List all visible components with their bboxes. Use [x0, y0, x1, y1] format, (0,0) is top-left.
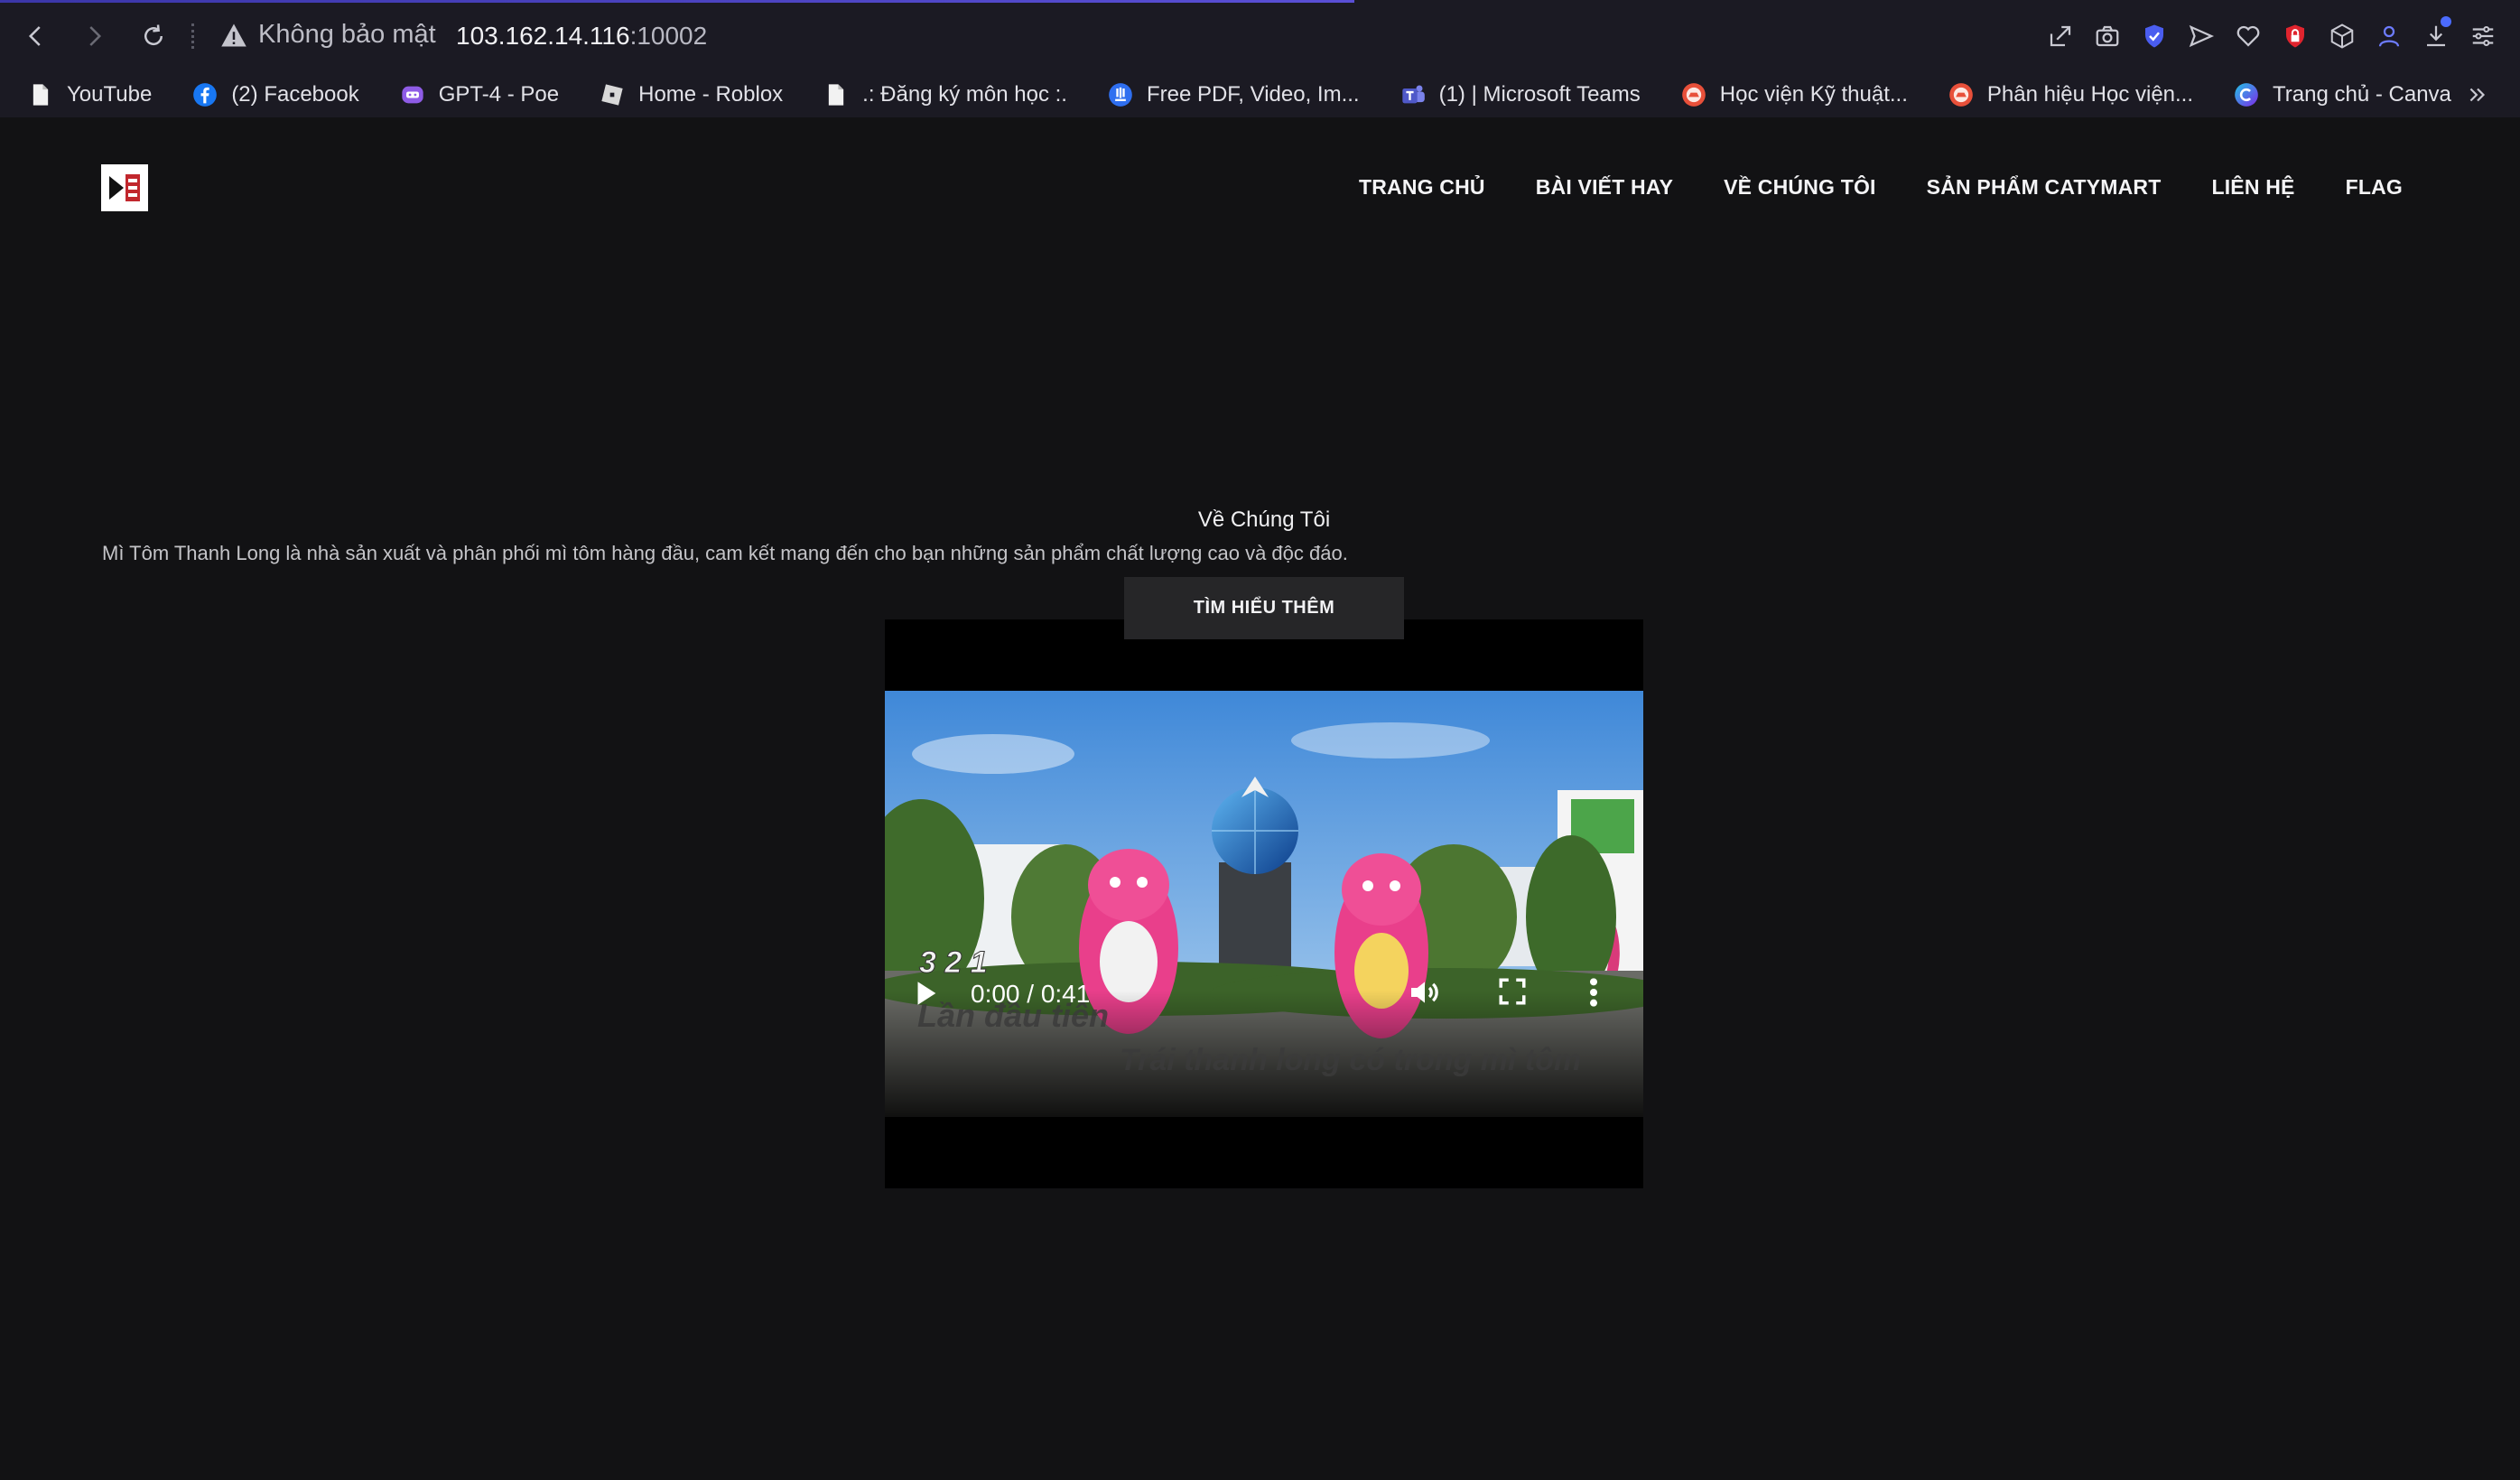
caption-count: 3 2 1	[919, 945, 988, 980]
bookmark-phan-hieu-hoc-vien[interactable]: Phân hiệu Học viện...	[1920, 81, 2206, 108]
logo-mark-icon	[109, 174, 140, 201]
about-description: Mì Tôm Thanh Long là nhà sản xuất và phâ…	[102, 542, 1348, 564]
video-frame: 3 2 1 Lần đầu tiên Trái thanh long có tr…	[885, 691, 1643, 1117]
bookmark-microsoft-teams[interactable]: (1) | Microsoft Teams	[1372, 81, 1653, 108]
nav-bai-viet-hay[interactable]: BÀI VIẾT HAY	[1536, 175, 1673, 200]
bookmark-label: .: Đăng ký môn học :.	[862, 82, 1067, 107]
bookmark-hoc-vien-ky-thuat[interactable]: Học viện Kỹ thuật...	[1653, 81, 1920, 108]
back-arrow-icon	[28, 26, 41, 46]
video-thumbnail: 3 2 1 Lần đầu tiên Trái thanh long có tr…	[885, 691, 1643, 1117]
sliders-icon	[2472, 26, 2494, 46]
url-host: 103.162.14.116	[456, 22, 630, 50]
browser-toolbar: Không bảo mật 103.162.14.116:10002	[0, 0, 2520, 72]
nav-ve-chung-toi[interactable]: VỀ CHÚNG TÔI	[1724, 175, 1876, 200]
bookmark-label: Học viện Kỹ thuật...	[1719, 82, 1908, 107]
bookmark-label: YouTube	[67, 82, 153, 107]
camera-icon	[2096, 25, 2119, 47]
downloads-button[interactable]	[2419, 16, 2453, 56]
web-page: TRANG CHỦ BÀI VIẾT HAY VỀ CHÚNG TÔI SẢN …	[0, 117, 2520, 1480]
adblock-button[interactable]	[2278, 16, 2312, 56]
page-icon	[27, 81, 54, 108]
forward-arrow-icon	[89, 26, 102, 46]
security-indicator[interactable]: Không bảo mật	[220, 20, 436, 50]
bookmark-free-pdf[interactable]: Free PDF, Video, Im...	[1080, 81, 1372, 108]
main-nav: TRANG CHỦ BÀI VIẾT HAY VỀ CHÚNG TÔI SẢN …	[1359, 175, 2403, 200]
forward-button[interactable]	[74, 16, 114, 56]
extensions-button[interactable]	[2325, 16, 2359, 56]
bookmark-label: (1) | Microsoft Teams	[1438, 82, 1641, 107]
vpn-button[interactable]	[2137, 16, 2171, 56]
site-logo[interactable]	[101, 164, 148, 211]
bookmarks-overflow-button[interactable]	[2462, 79, 2493, 110]
snapshot-button[interactable]	[2090, 16, 2125, 56]
page-load-progress	[0, 0, 1354, 3]
academy-icon	[1948, 81, 1975, 108]
bookmark-roblox[interactable]: Home - Roblox	[572, 81, 795, 108]
poe-icon	[399, 81, 426, 108]
reload-button[interactable]	[134, 16, 173, 56]
teams-icon	[1399, 81, 1427, 108]
url-port: :10002	[629, 22, 708, 50]
bookmark-label: Trang chủ - Canva	[2273, 82, 2451, 107]
video-player[interactable]: 3 2 1 Lần đầu tiên Trái thanh long có tr…	[885, 619, 1643, 1188]
share-button[interactable]	[2043, 16, 2078, 56]
canva-icon	[2233, 81, 2260, 108]
facebook-icon	[191, 81, 219, 108]
nav-flag[interactable]: FLAG	[2346, 175, 2403, 200]
roblox-icon	[599, 81, 626, 108]
share-icon	[2050, 25, 2071, 47]
shield-check-icon	[2145, 24, 2163, 48]
security-label: Không bảo mật	[258, 20, 436, 49]
nav-trang-chu[interactable]: TRANG CHỦ	[1359, 175, 1485, 200]
play-icon[interactable]	[910, 978, 941, 1009]
toolbar-separator	[191, 23, 197, 49]
bookmark-canva[interactable]: Trang chủ - Canva	[2206, 81, 2464, 108]
bookmark-poe[interactable]: GPT-4 - Poe	[372, 81, 572, 108]
academy-icon	[1680, 81, 1707, 108]
double-chevron-right-icon	[2469, 88, 2486, 102]
back-button[interactable]	[16, 16, 56, 56]
download-site-icon	[1107, 81, 1134, 108]
browser-tools	[2043, 16, 2500, 56]
fullscreen-icon[interactable]	[1497, 976, 1528, 1007]
cube-icon	[2330, 23, 2354, 49]
learn-more-button[interactable]: TÌM HIỂU THÊM	[1124, 577, 1404, 639]
reload-icon	[144, 24, 163, 46]
send-button[interactable]	[2184, 16, 2218, 56]
easy-setup-button[interactable]	[2466, 16, 2500, 56]
video-time: 0:00 / 0:41	[971, 980, 1091, 1008]
red-shield-icon	[2286, 24, 2304, 48]
bookmark-label: Home - Roblox	[638, 82, 784, 107]
profile-button[interactable]	[2372, 16, 2406, 56]
warning-triangle-icon	[221, 23, 246, 46]
bookmark-label: (2) Facebook	[231, 82, 359, 107]
send-icon	[2189, 24, 2215, 48]
favorites-button[interactable]	[2231, 16, 2265, 56]
user-icon	[2378, 25, 2400, 47]
nav-lien-he[interactable]: LIÊN HỆ	[2211, 175, 2294, 200]
address-bar[interactable]: 103.162.14.116:10002	[456, 22, 707, 51]
more-options-icon[interactable]	[1580, 974, 1607, 1010]
about-title: Về Chúng Tôi	[1197, 507, 1331, 532]
bookmark-youtube[interactable]: YouTube	[0, 81, 164, 108]
bookmark-course-registration[interactable]: .: Đăng ký môn học :.	[795, 81, 1080, 108]
bookmarks-bar: YouTube (2) Facebook GPT-4 - Poe Home - …	[0, 72, 2520, 117]
caption-line2: Trái thanh long có trong mì tôm	[1120, 1043, 1581, 1077]
bookmark-label: Free PDF, Video, Im...	[1146, 82, 1360, 107]
page-icon	[823, 81, 850, 108]
bookmark-facebook[interactable]: (2) Facebook	[164, 81, 371, 108]
download-badge	[2441, 16, 2451, 27]
volume-icon[interactable]	[1407, 974, 1443, 1010]
bookmark-label: Phân hiệu Học viện...	[1986, 82, 2194, 107]
nav-san-pham-catymart[interactable]: SẢN PHẨM CATYMART	[1927, 175, 2162, 200]
heart-icon	[2236, 25, 2260, 47]
bookmark-label: GPT-4 - Poe	[438, 82, 560, 107]
